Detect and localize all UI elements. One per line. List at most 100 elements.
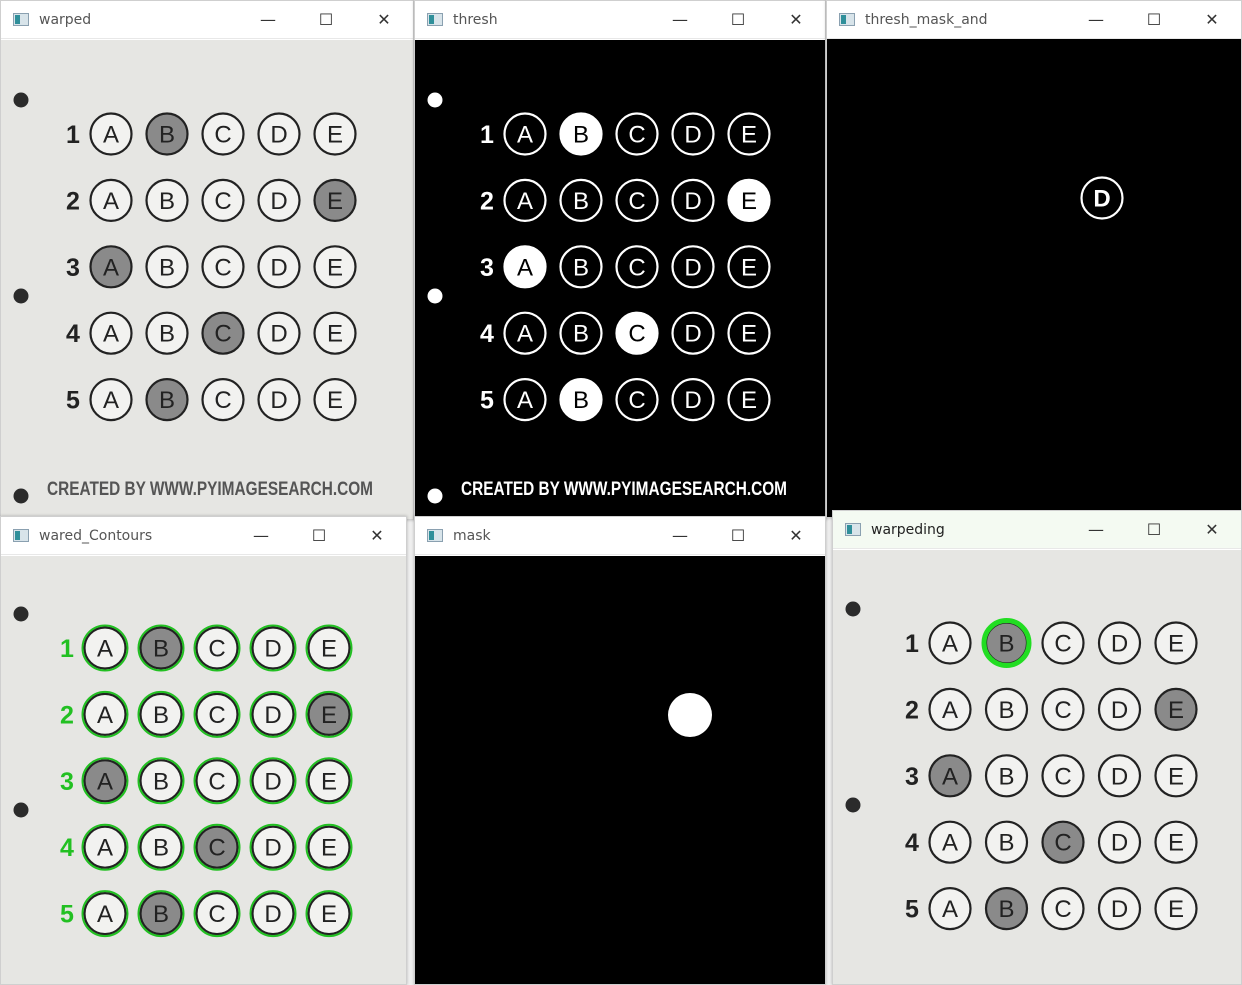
choice-letter: B bbox=[998, 697, 1014, 724]
answer-bubble: B bbox=[559, 378, 603, 422]
answer-bubble: D bbox=[1097, 887, 1142, 931]
titlebar-contours[interactable]: wared_Contours — ☐ ✕ bbox=[1, 517, 406, 555]
answer-bubble: D bbox=[671, 112, 715, 156]
maximize-icon[interactable]: ☐ bbox=[290, 517, 348, 555]
window-thresh-mask-and[interactable]: thresh_mask_and — ☐ ✕ D bbox=[826, 0, 1242, 518]
window-contours[interactable]: wared_Contours — ☐ ✕ 1ABCDE2ABCDE3ABCDE4… bbox=[0, 516, 407, 985]
answer-bubble: D bbox=[249, 823, 297, 871]
window-warped[interactable]: warped — ☐ ✕ 1ABCDE2ABCDE3ABCDE4ABCDE5AB… bbox=[0, 0, 414, 520]
question-number: 3 bbox=[60, 768, 74, 796]
minimize-icon[interactable]: — bbox=[232, 517, 290, 555]
close-icon[interactable]: ✕ bbox=[1183, 1, 1241, 39]
answer-bubble: D bbox=[257, 378, 301, 422]
answer-bubble: A bbox=[89, 178, 133, 222]
answer-bubble: A bbox=[81, 624, 129, 672]
minimize-icon[interactable]: — bbox=[239, 1, 297, 39]
choice-letter: D bbox=[270, 321, 287, 348]
punch-hole bbox=[13, 802, 29, 818]
answer-bubble: A bbox=[89, 245, 133, 289]
answer-bubble: D bbox=[671, 378, 715, 422]
close-icon[interactable]: ✕ bbox=[348, 517, 406, 555]
question-number: 3 bbox=[905, 763, 919, 791]
choice-letter: B bbox=[573, 387, 589, 414]
question-number: 4 bbox=[66, 320, 80, 348]
choice-letter: D bbox=[264, 901, 281, 928]
choice-letter: A bbox=[97, 835, 113, 862]
maximize-icon[interactable]: ☐ bbox=[709, 517, 767, 555]
answer-bubble: D bbox=[671, 178, 715, 222]
window-warpeding[interactable]: warpeding — ☐ ✕ 1ABCDE2ABCDE3ABCDE4ABCDE… bbox=[832, 510, 1242, 985]
choice-letter: B bbox=[159, 188, 175, 215]
choice-letter: A bbox=[103, 188, 119, 215]
choice-letter: E bbox=[1168, 763, 1184, 790]
minimize-icon[interactable]: — bbox=[1067, 1, 1125, 39]
choice-letter: E bbox=[1168, 896, 1184, 923]
answer-bubble: A bbox=[503, 112, 547, 156]
choice-letter: E bbox=[321, 835, 337, 862]
choice-letter: B bbox=[153, 702, 169, 729]
app-icon bbox=[13, 529, 29, 542]
answer-bubble: A bbox=[928, 887, 972, 931]
question-number: 1 bbox=[905, 630, 919, 658]
choice-letter: B bbox=[998, 763, 1014, 790]
answer-bubble: A bbox=[503, 245, 547, 289]
answer-bubble: C bbox=[201, 311, 245, 355]
answer-bubble: C bbox=[1041, 887, 1085, 931]
titlebar-thresh[interactable]: thresh — ☐ ✕ bbox=[415, 1, 825, 39]
window-title: mask bbox=[453, 527, 491, 544]
titlebar-warped[interactable]: warped — ☐ ✕ bbox=[1, 1, 413, 39]
answer-sheet-warpeding: 1 A B C D E2 A B C D E3 A B C D E4 A B C D E5 A B C D E bbox=[845, 601, 1198, 931]
mask-disc bbox=[668, 693, 712, 737]
answer-bubble: C bbox=[193, 823, 241, 871]
question-number: 5 bbox=[66, 387, 80, 415]
answer-bubble: D bbox=[249, 757, 297, 805]
punch-hole bbox=[845, 601, 861, 617]
choice-letter: C bbox=[628, 387, 645, 414]
choice-letter: A bbox=[103, 321, 119, 348]
choice-letter: B bbox=[159, 321, 175, 348]
answer-bubble: E bbox=[1154, 621, 1198, 665]
answer-bubble: C bbox=[201, 112, 245, 156]
choice-letter: E bbox=[1168, 697, 1184, 724]
maximize-icon[interactable]: ☐ bbox=[1125, 1, 1183, 39]
answer-bubble: D bbox=[257, 112, 301, 156]
app-icon bbox=[839, 13, 855, 26]
window-mask[interactable]: mask — ☐ ✕ bbox=[414, 516, 826, 985]
app-icon bbox=[427, 13, 443, 26]
choice-letter: B bbox=[998, 830, 1014, 857]
answer-bubble: B bbox=[137, 690, 185, 738]
minimize-icon[interactable]: — bbox=[1067, 511, 1125, 549]
maximize-icon[interactable]: ☐ bbox=[1125, 511, 1183, 549]
maximize-icon[interactable]: ☐ bbox=[297, 1, 355, 39]
choice-letter: C bbox=[208, 702, 225, 729]
choice-letter: D bbox=[684, 387, 701, 414]
answer-bubble: C bbox=[201, 178, 245, 222]
window-thresh[interactable]: thresh — ☐ ✕ 1ABCDE2ABCDE3ABCDE4ABCDE5AB… bbox=[414, 0, 826, 520]
close-icon[interactable]: ✕ bbox=[1183, 511, 1241, 549]
answer-bubble: A bbox=[81, 823, 129, 871]
close-icon[interactable]: ✕ bbox=[767, 517, 825, 555]
choice-letter: D bbox=[264, 768, 281, 795]
choice-letter: B bbox=[153, 636, 169, 663]
titlebar-warpeding[interactable]: warpeding — ☐ ✕ bbox=[833, 511, 1241, 549]
titlebar-thresh-mask-and[interactable]: thresh_mask_and — ☐ ✕ bbox=[827, 1, 1241, 39]
choice-letter: E bbox=[327, 254, 343, 281]
close-icon[interactable]: ✕ bbox=[355, 1, 413, 39]
close-icon[interactable]: ✕ bbox=[767, 1, 825, 39]
answer-bubble: A bbox=[89, 378, 133, 422]
maximize-icon[interactable]: ☐ bbox=[709, 1, 767, 39]
answer-bubble: B bbox=[559, 178, 603, 222]
app-icon bbox=[845, 523, 861, 536]
choice-letter: B bbox=[159, 387, 175, 414]
mask-image bbox=[668, 693, 712, 737]
choice-letter: A bbox=[517, 254, 533, 281]
answer-bubble: B bbox=[145, 245, 189, 289]
titlebar-mask[interactable]: mask — ☐ ✕ bbox=[415, 517, 825, 555]
answer-bubble: E bbox=[313, 178, 357, 222]
answer-bubble: E bbox=[305, 823, 353, 871]
answer-bubble: E bbox=[313, 311, 357, 355]
answer-bubble: D bbox=[1097, 820, 1142, 864]
minimize-icon[interactable]: — bbox=[651, 517, 709, 555]
minimize-icon[interactable]: — bbox=[651, 1, 709, 39]
choice-letter: D bbox=[264, 702, 281, 729]
